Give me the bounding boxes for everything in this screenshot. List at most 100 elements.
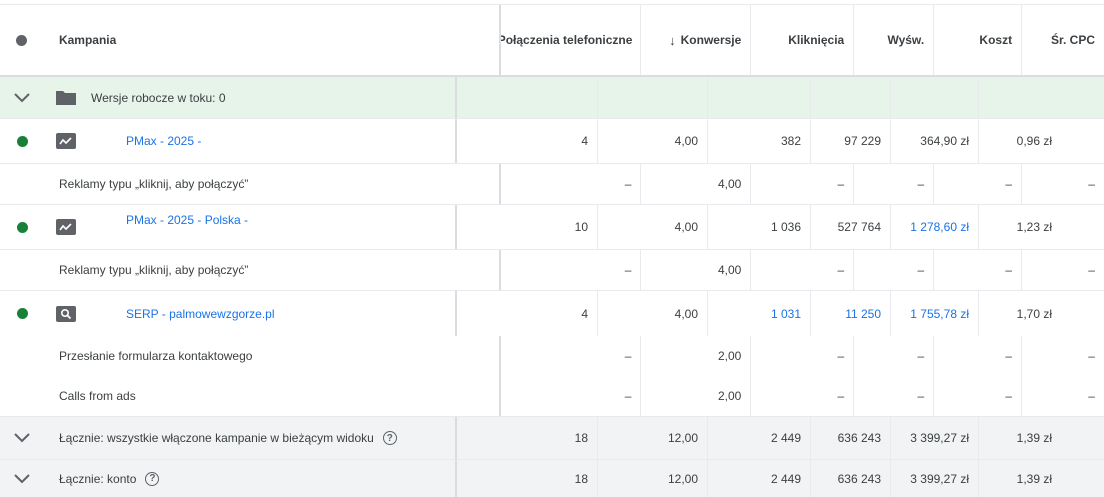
performance-max-icon	[56, 219, 76, 235]
cpc-value: 1,39 zł	[978, 417, 1061, 459]
table-row[interactable]: PMax - 2025 - Polska - 10 4,00 1 036 527…	[0, 205, 1104, 250]
campaign-name-cell[interactable]: PMax - 2025 - Polska -	[88, 205, 455, 249]
campaign-link[interactable]: PMax - 2025 -	[126, 134, 201, 148]
conversion-action-label: Reklamy typu „kliknij, aby połączyć”	[59, 177, 249, 191]
status-dot-icon	[16, 34, 28, 46]
status-cell[interactable]	[0, 205, 44, 249]
conversions-column-header[interactable]: ↓ Konwersje	[640, 5, 750, 75]
calls-column-header[interactable]: Połączenia telefoniczne	[498, 5, 641, 75]
calls-value: 4	[455, 119, 597, 163]
cost-value: –	[933, 336, 1021, 376]
drafts-label: Wersje robocze w toku: 0	[88, 77, 455, 118]
conversions-value: 12,00	[597, 417, 707, 459]
campaign-link[interactable]: SERP - palmowewzgorze.pl	[126, 307, 275, 321]
table-header: Kampania Połączenia telefoniczne ↓ Konwer…	[0, 4, 1104, 77]
impressions-value: –	[853, 376, 933, 416]
conversion-action-label: Reklamy typu „kliknij, aby połączyć”	[59, 263, 249, 277]
cpc-value: 1,70 zł	[978, 291, 1061, 336]
cpc-value: 1,39 zł	[978, 460, 1061, 497]
cost-value[interactable]: 1 278,60 zł	[890, 205, 978, 249]
empty-cell	[597, 77, 707, 118]
help-icon[interactable]: ?	[145, 471, 160, 486]
clicks-column-header[interactable]: Kliknięcia	[750, 5, 853, 75]
clicks-value: –	[750, 376, 853, 416]
total-label: Łącznie: konto	[59, 471, 137, 486]
chevron-down-icon	[14, 473, 30, 483]
campaign-table: Kampania Połączenia telefoniczne ↓ Konwer…	[0, 0, 1104, 497]
cost-value: 3 399,27 zł	[890, 460, 978, 497]
table-row: Calls from ads – 2,00 – – – –	[0, 376, 1104, 417]
conversions-value: 2,00	[640, 336, 750, 376]
conversions-value: 4,00	[597, 119, 707, 163]
cost-value: –	[933, 376, 1021, 416]
cpc-column-header[interactable]: Śr. CPC	[1021, 5, 1104, 75]
impressions-value: 636 243	[810, 460, 890, 497]
total-label: Łącznie: wszystkie włączone kampanie w b…	[59, 431, 374, 445]
enabled-status-icon	[16, 308, 28, 319]
status-column-header[interactable]	[0, 5, 44, 75]
conversions-value: 12,00	[597, 460, 707, 497]
impressions-value: –	[853, 250, 933, 290]
clicks-value: –	[750, 164, 853, 204]
drafts-row[interactable]: Wersje robocze w toku: 0	[0, 77, 1104, 119]
total-row[interactable]: Łącznie: konto ? 18 12,00 2 449 636 243 …	[0, 460, 1104, 497]
clicks-value: 2 449	[707, 460, 810, 497]
expand-total-button[interactable]	[0, 417, 44, 459]
conversion-action-label: Calls from ads	[59, 389, 136, 403]
campaign-name-cell[interactable]: SERP - palmowewzgorze.pl	[88, 291, 455, 336]
drafts-label-text: Wersje robocze w toku: 0	[91, 90, 226, 105]
empty-cell	[810, 77, 890, 118]
total-row[interactable]: Łącznie: wszystkie włączone kampanie w b…	[0, 417, 1104, 460]
performance-max-icon	[56, 133, 76, 149]
status-cell[interactable]	[0, 119, 44, 163]
conversions-value: 4,00	[597, 205, 707, 249]
calls-header-label: Połączenia telefoniczne	[498, 33, 633, 47]
expand-drafts-button[interactable]	[0, 77, 44, 118]
impressions-value: –	[853, 336, 933, 376]
campaign-name-cell[interactable]: PMax - 2025 -	[88, 119, 455, 163]
cost-value: 364,90 zł	[890, 119, 978, 163]
cost-header-label: Koszt	[979, 33, 1013, 47]
calls-value: 10	[455, 205, 597, 249]
enabled-status-icon	[16, 221, 28, 233]
expand-total-button[interactable]	[0, 460, 44, 497]
conversions-value: 4,00	[640, 250, 750, 290]
conversions-value: 4,00	[640, 164, 750, 204]
total-label-cell: Łącznie: wszystkie włączone kampanie w b…	[44, 417, 455, 459]
cost-column-header[interactable]: Koszt	[933, 5, 1021, 75]
cost-value: 3 399,27 zł	[890, 417, 978, 459]
empty-cell	[707, 77, 810, 118]
calls-value: 18	[455, 460, 597, 497]
campaign-header-label: Kampania	[58, 33, 117, 47]
folder-cell	[44, 77, 88, 118]
chevron-down-icon	[14, 92, 30, 102]
impressions-column-header[interactable]: Wyśw.	[853, 5, 933, 75]
total-label-cell: Łącznie: konto ?	[44, 460, 455, 497]
status-cell[interactable]	[0, 291, 44, 336]
conversions-value: 4,00	[597, 291, 707, 336]
search-campaign-icon	[56, 305, 76, 322]
sort-down-icon: ↓	[669, 32, 676, 48]
impressions-value[interactable]: 11 250	[810, 291, 890, 336]
clicks-value: 382	[707, 119, 810, 163]
campaign-link[interactable]: PMax - 2025 - Polska -	[126, 213, 248, 227]
clicks-header-label: Kliknięcia	[788, 33, 845, 47]
calls-value: 18	[455, 417, 597, 459]
cost-value[interactable]: 1 755,78 zł	[890, 291, 978, 336]
clicks-value: –	[750, 250, 853, 290]
impressions-value: 97 229	[810, 119, 890, 163]
campaign-column-header[interactable]: Kampania	[44, 5, 499, 75]
clicks-value: 1 036	[707, 205, 810, 249]
clicks-value[interactable]: 1 031	[707, 291, 810, 336]
table-row[interactable]: PMax - 2025 - 4 4,00 382 97 229 364,90 z…	[0, 119, 1104, 164]
clicks-value: –	[750, 336, 853, 376]
cost-value: –	[933, 250, 1021, 290]
cpc-value: –	[1021, 164, 1104, 204]
campaign-type-cell	[44, 119, 88, 163]
impressions-value: –	[853, 164, 933, 204]
help-icon[interactable]: ?	[382, 431, 397, 445]
conversions-header-label: Konwersje	[680, 33, 742, 47]
table-row: Reklamy typu „kliknij, aby połączyć” – 4…	[0, 164, 1104, 205]
impressions-value: 527 764	[810, 205, 890, 249]
table-row[interactable]: SERP - palmowewzgorze.pl 4 4,00 1 031 11…	[0, 291, 1104, 336]
